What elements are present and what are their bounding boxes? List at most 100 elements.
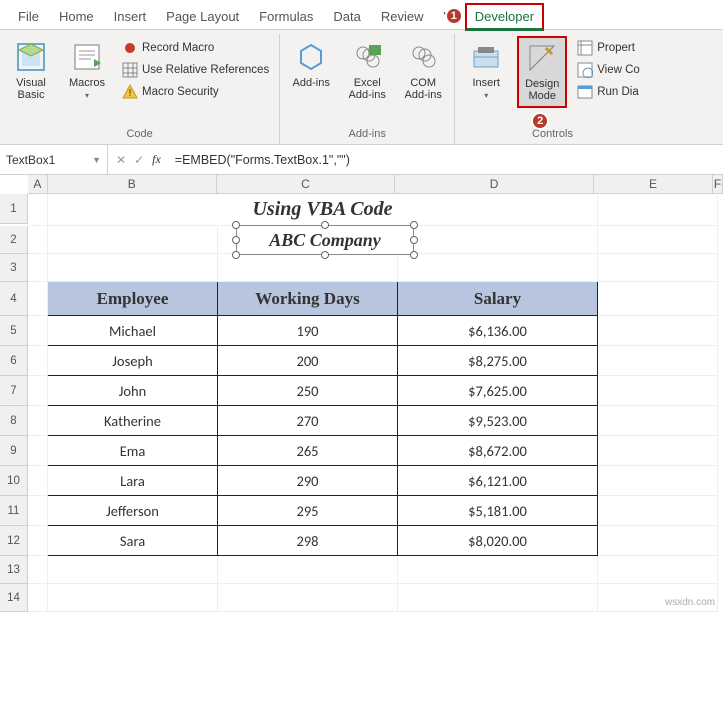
row-header[interactable]: 3 bbox=[0, 254, 28, 282]
resize-handle[interactable] bbox=[232, 236, 240, 244]
visual-basic-button[interactable]: Visual Basic bbox=[6, 36, 56, 106]
run-dialog-button[interactable]: Run Dia bbox=[573, 82, 644, 102]
cell-employee[interactable]: Joseph bbox=[48, 346, 218, 376]
cell-employee[interactable]: Lara bbox=[48, 466, 218, 496]
chevron-down-icon[interactable]: ▼ bbox=[92, 155, 101, 165]
row-header[interactable]: 5 bbox=[0, 316, 28, 346]
column-headers: A B C D E F bbox=[28, 175, 723, 194]
cell[interactable] bbox=[598, 194, 718, 226]
tab-insert[interactable]: Insert bbox=[104, 3, 157, 30]
name-box[interactable]: TextBox1 ▼ bbox=[0, 145, 108, 174]
header-working-days[interactable]: Working Days bbox=[218, 282, 398, 316]
code-icon bbox=[577, 62, 593, 78]
row-header[interactable]: 9 bbox=[0, 436, 28, 466]
cell-days[interactable]: 190 bbox=[218, 316, 398, 346]
resize-handle[interactable] bbox=[232, 251, 240, 259]
cell-employee[interactable]: Ema bbox=[48, 436, 218, 466]
chevron-down-icon: ▾ bbox=[484, 91, 488, 100]
cell[interactable] bbox=[28, 194, 48, 226]
ribbon-tabs: File Home Insert Page Layout Formulas Da… bbox=[0, 0, 723, 30]
insert-control-button[interactable]: Insert ▾ bbox=[461, 36, 511, 105]
row-header[interactable]: 7 bbox=[0, 376, 28, 406]
excel-addins-icon bbox=[351, 41, 383, 73]
cell-days[interactable]: 200 bbox=[218, 346, 398, 376]
macro-security-button[interactable]: ! Macro Security bbox=[118, 82, 273, 102]
col-header[interactable]: B bbox=[48, 175, 217, 193]
cell-salary[interactable]: $5,181.00 bbox=[398, 496, 598, 526]
resize-handle[interactable] bbox=[321, 251, 329, 259]
cell-salary[interactable]: $8,020.00 bbox=[398, 526, 598, 556]
row-header[interactable]: 2 bbox=[0, 226, 28, 254]
textbox-control[interactable]: ABC Company bbox=[236, 225, 414, 255]
cell-days[interactable]: 270 bbox=[218, 406, 398, 436]
cell-employee[interactable]: Jefferson bbox=[48, 496, 218, 526]
tab-formulas[interactable]: Formulas bbox=[249, 3, 323, 30]
developer-tab-highlight: 1 Developer bbox=[465, 3, 544, 31]
col-header[interactable]: C bbox=[217, 175, 396, 193]
resize-handle[interactable] bbox=[410, 221, 418, 229]
row-header[interactable]: 6 bbox=[0, 346, 28, 376]
resize-handle[interactable] bbox=[410, 251, 418, 259]
warning-icon: ! bbox=[122, 84, 138, 100]
fx-icon[interactable]: fx bbox=[152, 152, 161, 167]
enter-icon[interactable]: ✓ bbox=[134, 153, 144, 167]
col-header[interactable]: F bbox=[713, 175, 723, 193]
cell-salary[interactable]: $9,523.00 bbox=[398, 406, 598, 436]
formula-input[interactable]: =EMBED("Forms.TextBox.1","") bbox=[169, 153, 723, 167]
chevron-down-icon: ▾ bbox=[85, 91, 89, 100]
cancel-icon[interactable]: ✕ bbox=[116, 153, 126, 167]
macros-button[interactable]: Macros ▾ bbox=[62, 36, 112, 105]
addins-button[interactable]: Add-ins bbox=[286, 36, 336, 94]
design-mode-button[interactable]: Design Mode bbox=[517, 36, 567, 108]
group-label-controls: Controls bbox=[461, 126, 644, 142]
col-header[interactable]: D bbox=[395, 175, 594, 193]
tab-file[interactable]: File bbox=[8, 3, 49, 30]
row-header[interactable]: 10 bbox=[0, 466, 28, 496]
row-header[interactable]: 14 bbox=[0, 584, 28, 612]
record-macro-button[interactable]: Record Macro bbox=[118, 38, 273, 58]
cell-days[interactable]: 265 bbox=[218, 436, 398, 466]
row-header[interactable]: 8 bbox=[0, 406, 28, 436]
excel-addins-button[interactable]: Excel Add-ins bbox=[342, 36, 392, 106]
header-salary[interactable]: Salary bbox=[398, 282, 598, 316]
com-addins-icon bbox=[407, 41, 439, 73]
design-mode-icon bbox=[526, 42, 558, 74]
cell-salary[interactable]: $7,625.00 bbox=[398, 376, 598, 406]
view-code-button[interactable]: View Co bbox=[573, 60, 644, 80]
col-header[interactable]: A bbox=[28, 175, 48, 193]
cell-employee[interactable]: John bbox=[48, 376, 218, 406]
cell-salary[interactable]: $6,121.00 bbox=[398, 466, 598, 496]
cell-salary[interactable]: $8,672.00 bbox=[398, 436, 598, 466]
cell-days[interactable]: 295 bbox=[218, 496, 398, 526]
row-header[interactable]: 13 bbox=[0, 556, 28, 584]
row-header[interactable]: 1 bbox=[0, 194, 28, 224]
com-addins-button[interactable]: COM Add-ins bbox=[398, 36, 448, 106]
tab-data[interactable]: Data bbox=[323, 3, 370, 30]
resize-handle[interactable] bbox=[410, 236, 418, 244]
use-relative-refs-button[interactable]: Use Relative References bbox=[118, 60, 273, 80]
resize-handle[interactable] bbox=[232, 221, 240, 229]
tab-review[interactable]: Review bbox=[371, 3, 434, 30]
macros-icon bbox=[71, 41, 103, 73]
row-header[interactable]: 12 bbox=[0, 526, 28, 556]
tab-home[interactable]: Home bbox=[49, 3, 104, 30]
resize-handle[interactable] bbox=[321, 221, 329, 229]
design-mode-highlight: Design Mode 2 bbox=[517, 36, 567, 108]
cell-days[interactable]: 298 bbox=[218, 526, 398, 556]
row-header[interactable]: 11 bbox=[0, 496, 28, 526]
toolbox-icon bbox=[470, 41, 502, 73]
addins-icon bbox=[295, 41, 327, 73]
tab-page-layout[interactable]: Page Layout bbox=[156, 3, 249, 30]
cell-salary[interactable]: $8,275.00 bbox=[398, 346, 598, 376]
cell-days[interactable]: 250 bbox=[218, 376, 398, 406]
cell-salary[interactable]: $6,136.00 bbox=[398, 316, 598, 346]
header-employee[interactable]: Employee bbox=[48, 282, 218, 316]
cell-employee[interactable]: Katherine bbox=[48, 406, 218, 436]
cell-employee[interactable]: Michael bbox=[48, 316, 218, 346]
row-header[interactable]: 4 bbox=[0, 282, 28, 316]
properties-button[interactable]: Propert bbox=[573, 38, 644, 58]
cell-employee[interactable]: Sara bbox=[48, 526, 218, 556]
cell-days[interactable]: 290 bbox=[218, 466, 398, 496]
tab-developer[interactable]: Developer bbox=[465, 3, 544, 31]
col-header[interactable]: E bbox=[594, 175, 713, 193]
